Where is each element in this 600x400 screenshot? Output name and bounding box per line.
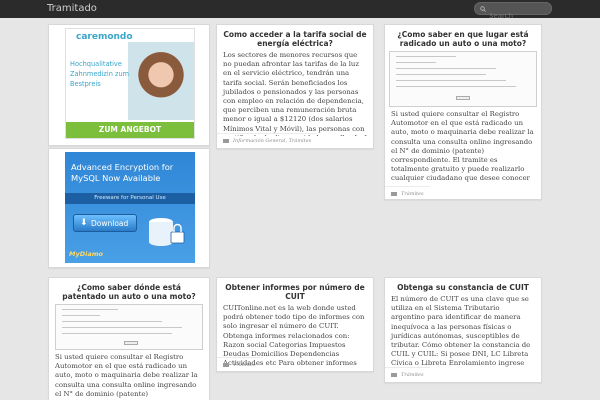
post-card-informes-cuit: Obtener informes por número de CUIT CUIT… bbox=[216, 277, 374, 372]
folder-icon bbox=[223, 362, 229, 367]
database-lock-icon bbox=[149, 218, 185, 246]
ad-card-caremondo: caremondo Hochqualitative Zahnmedizin zu… bbox=[48, 24, 210, 146]
post-excerpt: Si usted quiere consultar el Registro Au… bbox=[391, 110, 534, 183]
post-categories[interactable]: Trámites bbox=[401, 372, 424, 378]
post-meta: Trámites bbox=[385, 186, 430, 197]
encryption-subtitle: Freeware for Personal Use bbox=[65, 193, 195, 204]
post-card-radicado: ¿Como saber en que lugar está radicado u… bbox=[384, 24, 542, 200]
post-title[interactable]: Como acceder a la tarifa social de energ… bbox=[217, 25, 373, 48]
post-meta: Trámites bbox=[385, 367, 430, 378]
caremondo-logo: caremondo bbox=[76, 32, 133, 42]
encryption-title: Advanced Encryption for MySQL Now Availa… bbox=[71, 162, 174, 183]
post-card-patentado: ¿Como saber dónde está patentado un auto… bbox=[48, 277, 210, 400]
post-title[interactable]: ¿Como saber en que lugar está radicado u… bbox=[385, 25, 541, 48]
post-card-constancia-cuit: Obtenga su constancia de CUIT El número … bbox=[384, 277, 542, 383]
caremondo-photo bbox=[128, 42, 194, 120]
top-bar: Tramitado bbox=[0, 0, 600, 22]
post-categories[interactable]: Información General, Trámites bbox=[233, 138, 311, 144]
search-field[interactable] bbox=[474, 2, 552, 22]
mydiamo-logo: MyDiamo bbox=[69, 250, 103, 258]
post-thumbnail[interactable] bbox=[55, 304, 203, 350]
caremondo-cta-button[interactable]: ZUM ANGEBOT bbox=[66, 122, 194, 138]
post-categories[interactable]: Trámites bbox=[401, 191, 424, 197]
post-title[interactable]: Obtenga su constancia de CUIT bbox=[385, 278, 541, 292]
caremondo-tagline: Hochqualitative Zahnmedizin zum Bestprei… bbox=[70, 60, 130, 88]
search-icon bbox=[480, 6, 486, 12]
folder-icon bbox=[223, 138, 229, 143]
post-meta: Información General, Trámites bbox=[217, 133, 318, 144]
download-arrow-icon: ⬇ bbox=[80, 218, 88, 228]
site-title[interactable]: Tramitado bbox=[47, 3, 97, 14]
encryption-download-button[interactable]: ⬇ Download bbox=[73, 214, 137, 232]
post-title[interactable]: Obtener informes por número de CUIT bbox=[217, 278, 373, 301]
folder-icon bbox=[391, 191, 397, 196]
post-excerpt: Los sectores de menores recursos que no … bbox=[223, 51, 367, 136]
encryption-banner[interactable]: Advanced Encryption for MySQL Now Availa… bbox=[65, 152, 195, 263]
post-categories[interactable]: Trámites bbox=[233, 362, 256, 368]
download-label: Download bbox=[91, 219, 129, 228]
post-meta: Trámites bbox=[217, 357, 262, 368]
ad-card-encryption: Advanced Encryption for MySQL Now Availa… bbox=[48, 148, 210, 268]
post-card-tarifa-social: Como acceder a la tarifa social de energ… bbox=[216, 24, 374, 149]
folder-icon bbox=[391, 372, 397, 377]
post-excerpt: El número de CUIT es una clave que se ut… bbox=[391, 295, 531, 368]
post-title[interactable]: ¿Como saber dónde está patentado un auto… bbox=[49, 278, 209, 301]
search-input[interactable] bbox=[475, 10, 551, 22]
caremondo-banner[interactable]: caremondo Hochqualitative Zahnmedizin zu… bbox=[65, 28, 195, 139]
post-thumbnail[interactable] bbox=[389, 51, 537, 107]
post-excerpt: Si usted quiere consultar el Registro Au… bbox=[55, 353, 198, 400]
